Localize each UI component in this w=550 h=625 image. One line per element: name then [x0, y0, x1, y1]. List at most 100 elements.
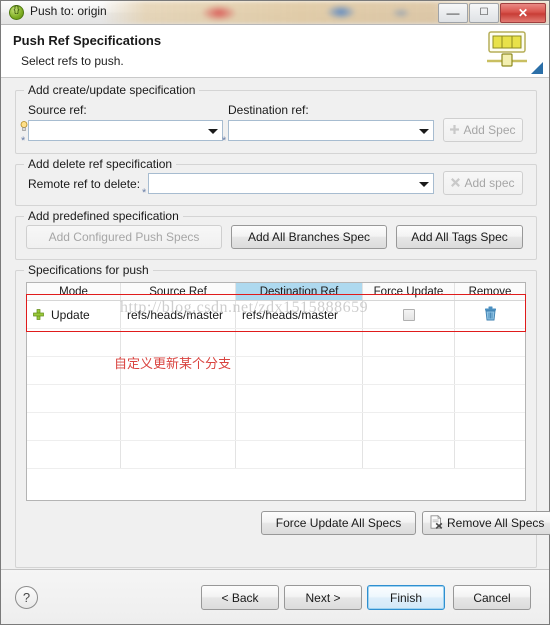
cell-force-update[interactable] [363, 301, 455, 328]
add-all-branches-spec-button[interactable]: Add All Branches Spec [231, 225, 387, 249]
add-spec-label: Add Spec [463, 123, 516, 137]
force-update-all-specs-button[interactable]: Force Update All Specs [261, 511, 416, 535]
add-all-tags-spec-label: Add All Tags Spec [411, 230, 508, 244]
specifications-table[interactable]: Mode Source Ref Destination Ref Force Up… [26, 282, 526, 501]
empty-cell [121, 441, 236, 468]
close-icon: ✕ [517, 6, 529, 20]
delete-ref-legend: Add delete ref specification [24, 157, 177, 171]
column-header-source-ref[interactable]: Source Ref [121, 283, 236, 300]
empty-cell [455, 357, 525, 384]
remove-all-specs-label: Remove All Specs [447, 516, 545, 530]
close-x-icon [451, 176, 461, 190]
add-configured-push-specs-button[interactable]: Add Configured Push Specs [26, 225, 222, 249]
page-title: Push Ref Specifications [13, 33, 162, 48]
chevron-down-icon [419, 181, 429, 187]
create-update-legend: Add create/update specification [24, 83, 200, 97]
finish-button-label: Finish [389, 590, 422, 605]
empty-cell [121, 413, 236, 440]
add-configured-push-specs-label: Add Configured Push Specs [48, 230, 200, 244]
cancel-button-label: Cancel [473, 590, 511, 605]
column-header-mode[interactable]: Mode [27, 283, 121, 300]
plus-icon [450, 123, 460, 137]
trash-icon[interactable] [484, 306, 497, 324]
column-header-destination-ref[interactable]: Destination Ref [236, 283, 363, 300]
table-row-empty [27, 329, 525, 357]
chevron-down-icon [419, 128, 429, 134]
add-delete-spec-label: Add spec [464, 176, 515, 190]
table-row-empty [27, 385, 525, 413]
destination-ref-combo[interactable] [228, 120, 434, 141]
window-controls: — ☐ ✕ [438, 3, 546, 23]
table-row[interactable]: Update refs/heads/master refs/heads/mast… [27, 301, 525, 329]
source-ref-combo[interactable] [28, 120, 223, 141]
table-row-empty [27, 357, 525, 385]
empty-cell [27, 441, 121, 468]
cell-destination-ref: refs/heads/master [236, 301, 363, 328]
remote-ref-required-marker: * [142, 187, 147, 199]
empty-cell [363, 413, 455, 440]
remote-ref-combo[interactable] [148, 173, 434, 194]
minimize-icon: — [446, 5, 460, 21]
source-ref-required-marker: * [21, 135, 26, 147]
title-bar: Push to: origin — ☐ ✕ [1, 1, 549, 25]
add-delete-spec-button[interactable]: Add spec [443, 171, 523, 195]
next-button[interactable]: Next > [284, 585, 362, 610]
annotation-note: 自定义更新某个分支 [114, 357, 232, 372]
force-update-all-specs-label: Force Update All Specs [275, 516, 402, 530]
empty-cell [121, 329, 236, 356]
empty-cell [363, 357, 455, 384]
back-button-label: < Back [221, 590, 259, 605]
banner-corner-triangle [531, 62, 543, 74]
cell-mode-text: Update [51, 307, 90, 322]
push-wizard-banner-icon [479, 30, 535, 74]
help-button[interactable]: ? [15, 586, 38, 609]
empty-cell [27, 357, 121, 384]
empty-cell [363, 441, 455, 468]
window-title: Push to: origin [30, 4, 107, 18]
close-button[interactable]: ✕ [500, 3, 546, 23]
empty-cell [455, 413, 525, 440]
table-header-row: Mode Source Ref Destination Ref Force Up… [27, 283, 525, 301]
empty-cell [236, 385, 363, 412]
predefined-group: Add predefined specification Add Configu… [15, 209, 537, 260]
help-icon: ? [22, 590, 31, 605]
chevron-down-icon [208, 128, 218, 134]
column-header-force-update[interactable]: Force Update [363, 283, 455, 300]
destination-ref-label: Destination ref: [228, 103, 309, 117]
table-row-empty [27, 441, 525, 469]
empty-cell [236, 413, 363, 440]
finish-button[interactable]: Finish [367, 585, 445, 610]
empty-cell [27, 413, 121, 440]
cell-remove[interactable] [455, 301, 525, 328]
empty-cell [363, 329, 455, 356]
table-row-empty [27, 413, 525, 441]
back-button[interactable]: < Back [201, 585, 279, 610]
add-spec-button[interactable]: Add Spec [443, 118, 523, 142]
cell-mode: Update [27, 301, 121, 328]
remote-ref-label: Remote ref to delete: [28, 177, 141, 191]
empty-cell [236, 441, 363, 468]
git-repository-icon [9, 4, 24, 20]
force-update-checkbox[interactable] [402, 308, 415, 321]
empty-cell [27, 385, 121, 412]
page-subtitle: Select refs to push. [21, 54, 124, 68]
maximize-button[interactable]: ☐ [469, 3, 499, 23]
empty-cell [27, 329, 121, 356]
remove-all-specs-button[interactable]: Remove All Specs [422, 511, 550, 535]
create-update-group: Add create/update specification Source r… [15, 83, 537, 154]
empty-cell [121, 385, 236, 412]
delete-ref-group: Add delete ref specification Remote ref … [15, 157, 537, 206]
empty-cell [455, 329, 525, 356]
column-header-remove[interactable]: Remove [455, 283, 525, 300]
minimize-button[interactable]: — [438, 3, 468, 23]
maximize-icon: ☐ [479, 7, 489, 18]
source-ref-label: Source ref: [28, 103, 87, 117]
cancel-button[interactable]: Cancel [453, 585, 531, 610]
destination-ref-required-marker: * [222, 135, 227, 147]
next-button-label: Next > [305, 590, 341, 605]
predefined-legend: Add predefined specification [24, 209, 183, 223]
wizard-header: Push Ref Specifications Select refs to p… [1, 25, 549, 78]
cell-source-ref: refs/heads/master [121, 301, 236, 328]
add-all-tags-spec-button[interactable]: Add All Tags Spec [396, 225, 523, 249]
empty-cell [455, 385, 525, 412]
